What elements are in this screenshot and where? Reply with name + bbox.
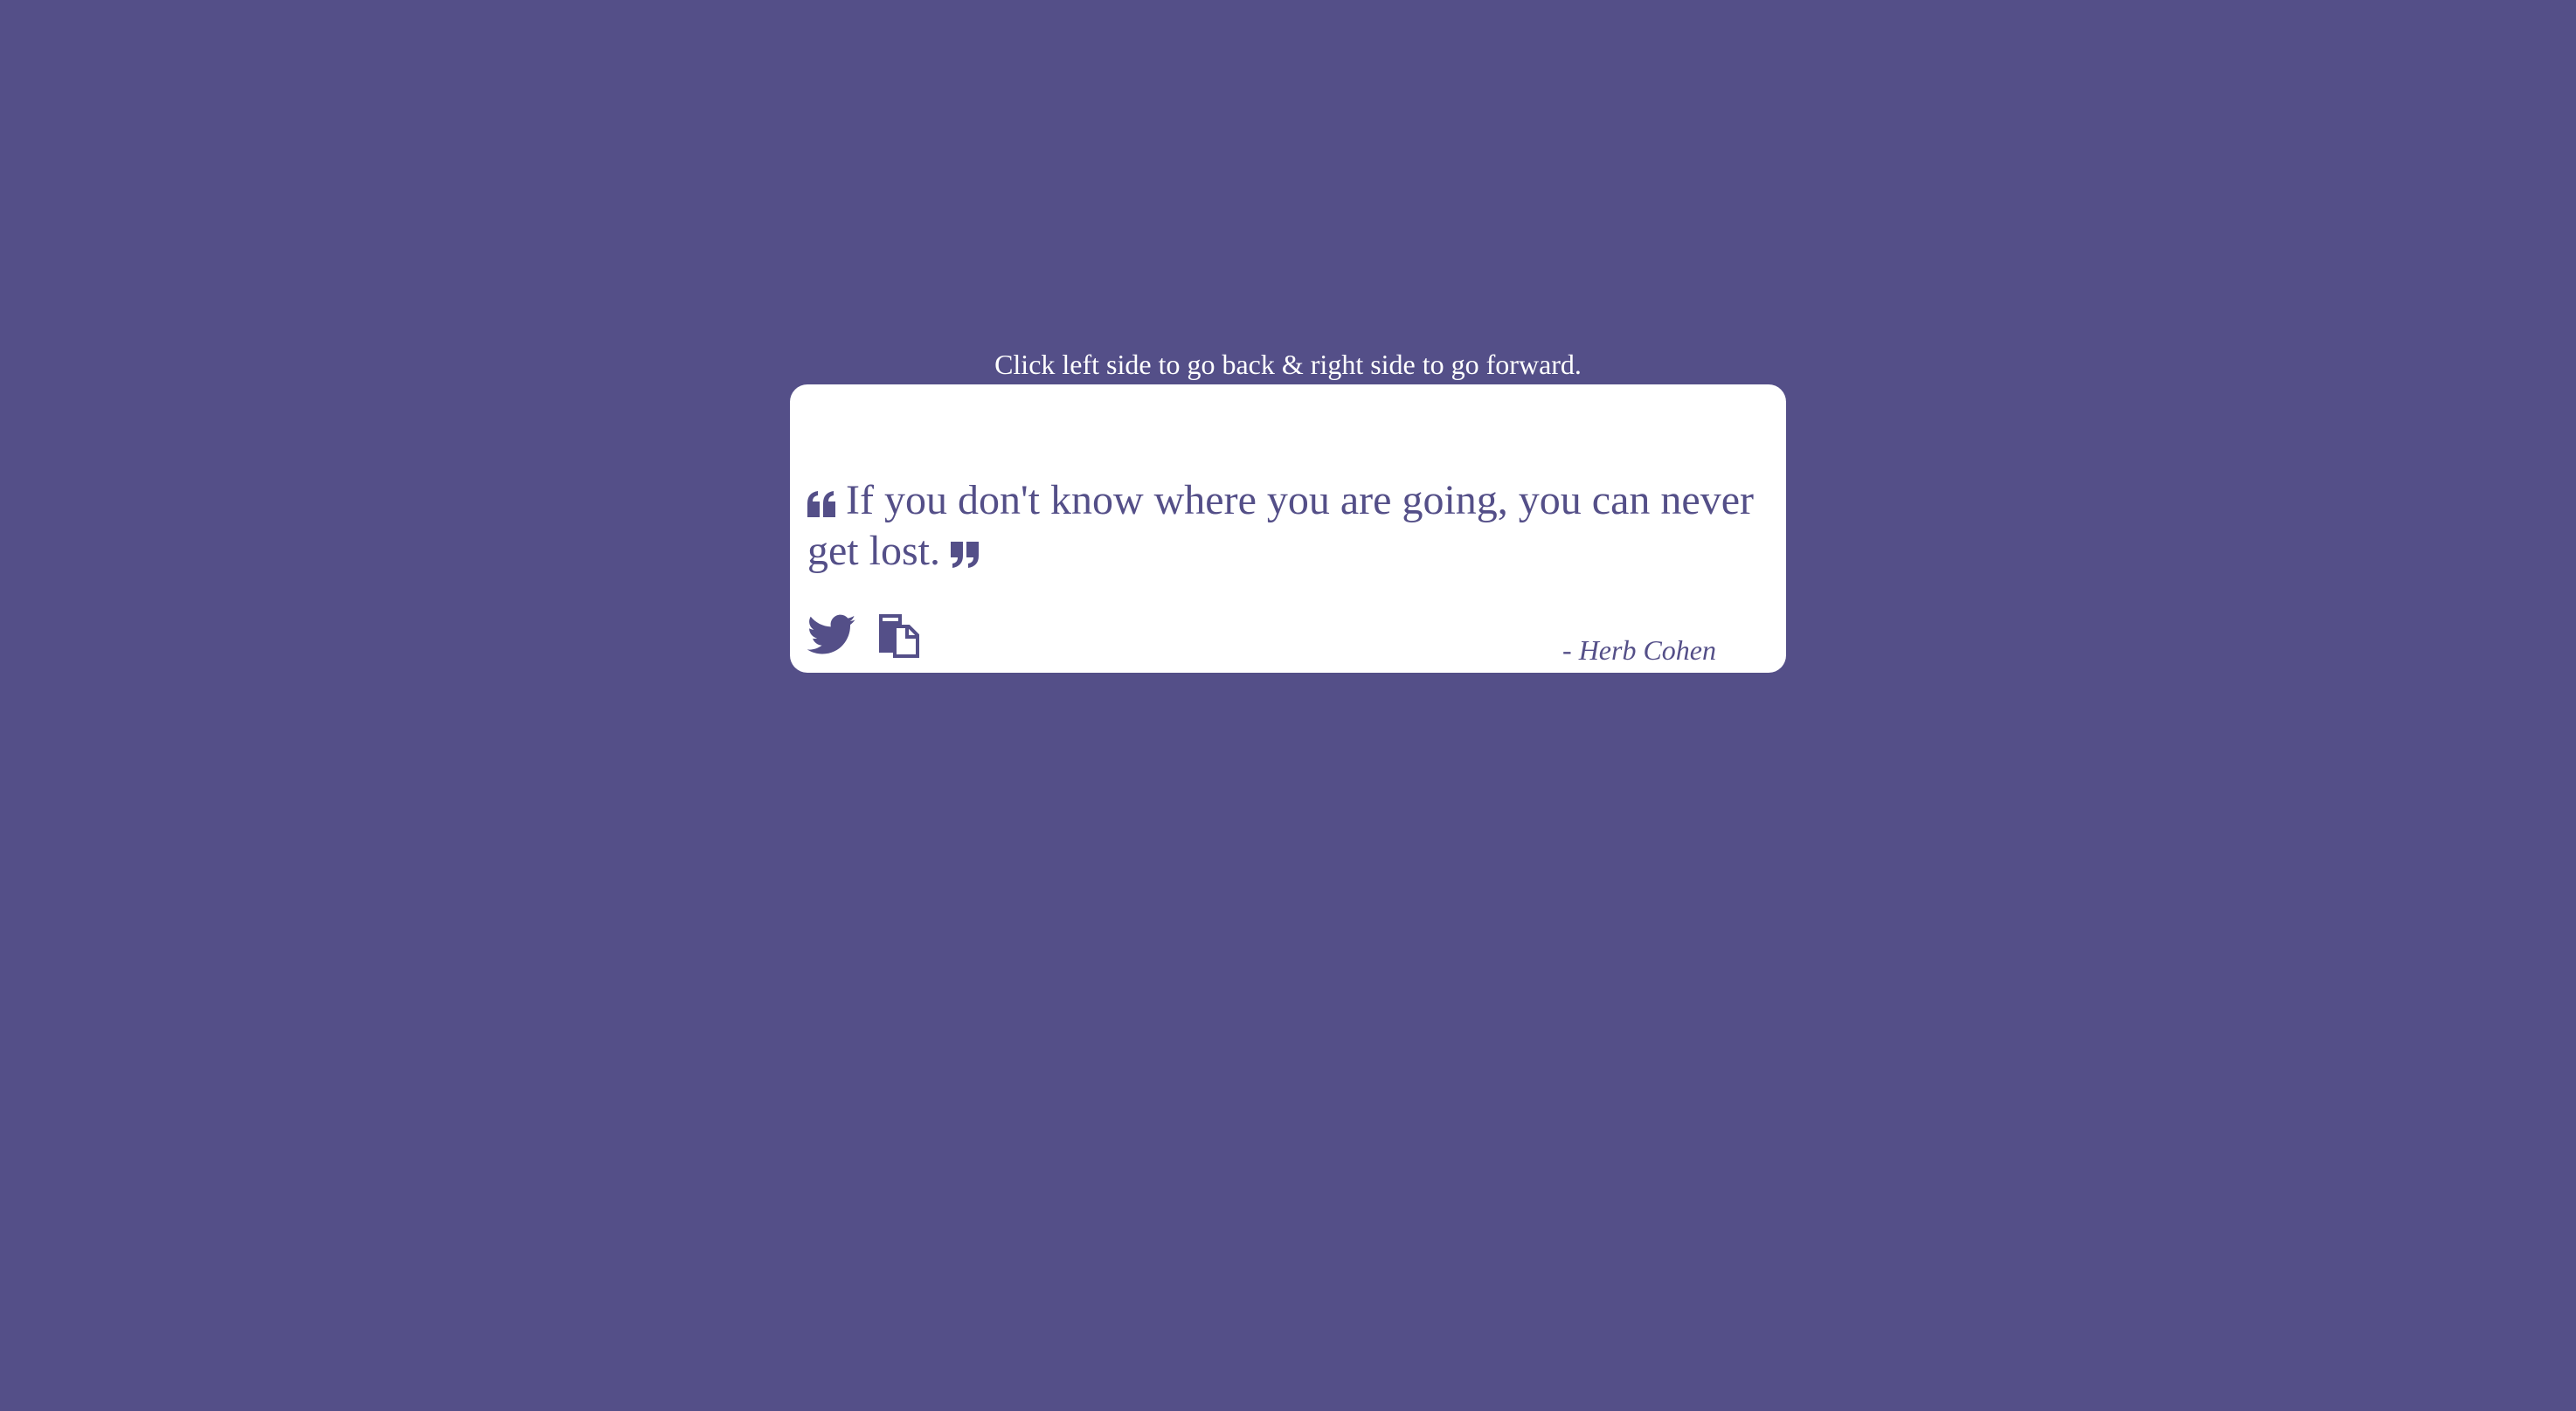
quote-actions (807, 612, 919, 658)
quote-text: If you don't know where you are going, y… (807, 477, 1755, 574)
quote-body: If you don't know where you are going, y… (807, 475, 1769, 577)
quote-card[interactable]: If you don't know where you are going, y… (790, 384, 1786, 673)
quote-author: - Herb Cohen (1562, 634, 1716, 666)
copy-icon[interactable] (877, 612, 919, 658)
navigation-hint: Click left side to go back & right side … (994, 349, 1582, 380)
twitter-icon[interactable] (807, 614, 856, 656)
quote-left-icon (807, 490, 835, 517)
quote-right-icon (951, 541, 979, 568)
